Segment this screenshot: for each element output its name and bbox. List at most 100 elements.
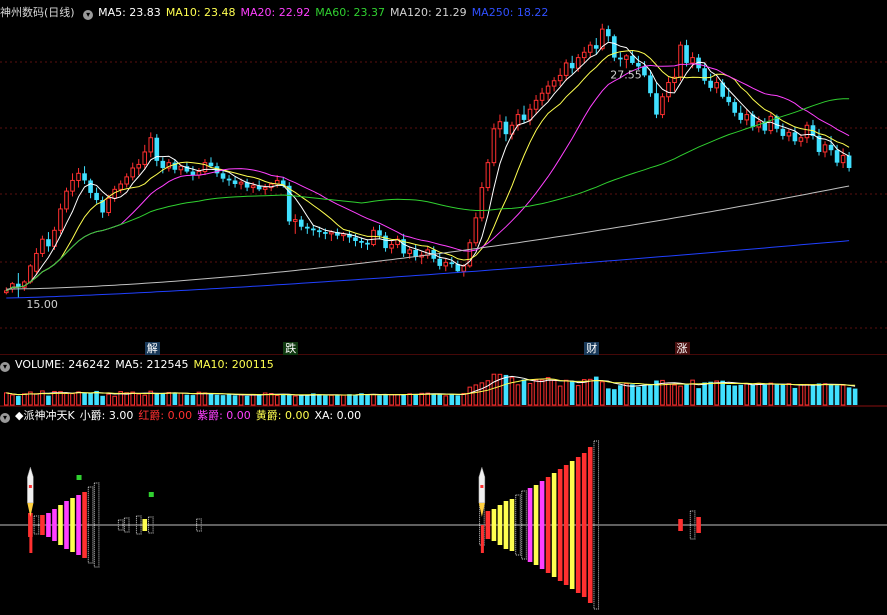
volume-bar[interactable] — [443, 395, 449, 406]
candle[interactable] — [196, 167, 202, 179]
volume-bar[interactable] — [172, 393, 178, 405]
candle[interactable] — [822, 141, 828, 158]
candle[interactable] — [792, 127, 798, 145]
candle[interactable] — [244, 178, 250, 192]
volume-bar[interactable] — [64, 392, 69, 406]
volume-bar[interactable] — [696, 388, 701, 405]
candle[interactable] — [660, 93, 665, 119]
volume-bar[interactable] — [684, 384, 689, 405]
volume-bar[interactable] — [630, 384, 635, 405]
volume-bar[interactable] — [124, 392, 130, 406]
volume-bar[interactable] — [100, 395, 105, 405]
volume-bar[interactable] — [750, 385, 756, 405]
volume-bar[interactable] — [160, 392, 166, 405]
candle[interactable] — [46, 232, 51, 252]
candle[interactable] — [389, 240, 394, 254]
volume-bar[interactable] — [256, 394, 262, 405]
volume-chart[interactable] — [0, 357, 887, 407]
volume-bar[interactable] — [503, 374, 509, 405]
candle[interactable] — [262, 184, 268, 195]
price-chart[interactable]: 27.55 15.00 — [0, 0, 887, 355]
candle[interactable] — [136, 159, 142, 176]
candle[interactable] — [714, 77, 719, 94]
candle[interactable] — [347, 230, 352, 243]
volume-bar[interactable] — [575, 385, 581, 406]
volume-bar[interactable] — [70, 393, 75, 406]
candle[interactable] — [666, 77, 671, 103]
volume-bar[interactable] — [678, 385, 683, 406]
candle[interactable] — [467, 239, 473, 268]
volume-bar[interactable] — [88, 393, 93, 405]
volume-bar[interactable] — [840, 384, 846, 406]
candle[interactable] — [581, 46, 587, 63]
candle[interactable] — [618, 52, 623, 67]
candle[interactable] — [539, 87, 545, 106]
volume-bar[interactable] — [515, 384, 521, 406]
candle[interactable] — [557, 68, 563, 87]
event-marker-3[interactable]: 涨 — [674, 342, 690, 355]
candle[interactable] — [130, 162, 136, 181]
candle[interactable] — [521, 105, 527, 124]
candle[interactable] — [587, 41, 593, 58]
volume-bar[interactable] — [581, 379, 587, 406]
volume-bar[interactable] — [852, 388, 858, 405]
volume-bar[interactable] — [377, 395, 382, 405]
volume-bar[interactable] — [383, 394, 388, 405]
event-marker-0[interactable]: 解 — [144, 342, 160, 355]
candle[interactable] — [82, 166, 87, 185]
candle[interactable] — [672, 68, 677, 92]
volume-bar[interactable] — [268, 393, 274, 406]
volume-bar[interactable] — [178, 392, 184, 406]
volume-bar[interactable] — [335, 394, 340, 405]
candle[interactable] — [684, 39, 689, 67]
volume-bar[interactable] — [401, 394, 406, 405]
volume-bar[interactable] — [563, 379, 569, 406]
volume-bar[interactable] — [702, 382, 707, 405]
candle[interactable] — [479, 182, 485, 222]
candle[interactable] — [16, 273, 21, 298]
volume-bar[interactable] — [612, 389, 617, 405]
candle[interactable] — [612, 34, 617, 62]
volume-bar[interactable] — [834, 385, 840, 405]
candle[interactable] — [311, 224, 316, 236]
volume-bar[interactable] — [599, 381, 605, 406]
volume-bar[interactable] — [672, 384, 677, 406]
volume-bar[interactable] — [732, 385, 738, 405]
volume-bar[interactable] — [353, 395, 358, 405]
volume-bar[interactable] — [726, 385, 731, 405]
volume-bar[interactable] — [136, 393, 142, 406]
volume-bar[interactable] — [106, 393, 111, 406]
volume-bar[interactable] — [587, 378, 593, 406]
volume-bar[interactable] — [557, 385, 563, 406]
volume-bar[interactable] — [708, 381, 713, 405]
candle[interactable] — [732, 98, 738, 117]
volume-bar[interactable] — [76, 391, 81, 406]
volume-bar[interactable] — [738, 384, 744, 405]
volume-bar[interactable] — [774, 384, 780, 405]
volume-bar[interactable] — [467, 386, 473, 406]
candle[interactable] — [148, 132, 154, 158]
volume-bar[interactable] — [184, 394, 190, 405]
volume-bar[interactable] — [250, 394, 256, 406]
candle[interactable] — [232, 176, 238, 188]
candle[interactable] — [395, 235, 400, 249]
volume-bar[interactable] — [786, 383, 792, 406]
volume-bar[interactable] — [636, 386, 641, 405]
volume-bar[interactable] — [479, 382, 485, 406]
volume-bar[interactable] — [347, 394, 352, 405]
volume-bar[interactable] — [533, 379, 539, 406]
volume-bar[interactable] — [648, 383, 653, 405]
candle[interactable] — [491, 123, 497, 167]
volume-bar[interactable] — [624, 383, 629, 406]
candle[interactable] — [383, 232, 388, 252]
candle[interactable] — [551, 77, 557, 92]
volume-bar[interactable] — [208, 393, 214, 405]
candle[interactable] — [202, 159, 208, 176]
volume-bar[interactable] — [244, 395, 250, 405]
candle[interactable] — [124, 173, 130, 188]
volume-bar[interactable] — [666, 383, 671, 406]
candle[interactable] — [804, 121, 810, 144]
volume-bar[interactable] — [214, 394, 220, 405]
candle[interactable] — [154, 134, 160, 167]
candle[interactable] — [503, 116, 509, 142]
